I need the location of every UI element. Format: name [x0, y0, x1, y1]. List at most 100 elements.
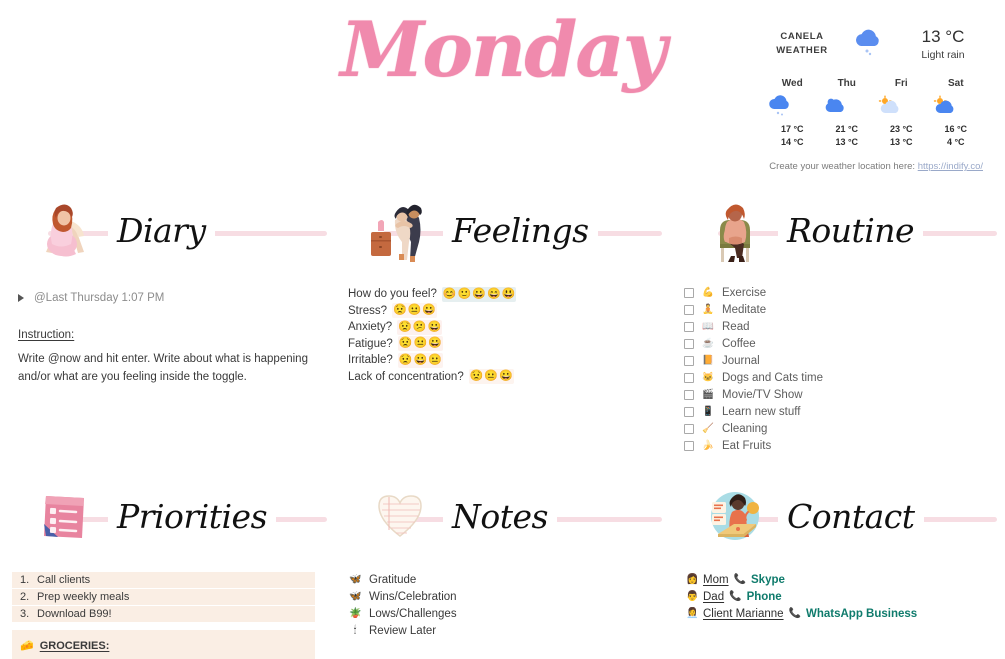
emoji-option[interactable]: 😄 — [487, 288, 501, 301]
note-label: Wins/Celebration — [369, 590, 457, 603]
contact-name[interactable]: Client Marianne — [703, 608, 784, 620]
emoji-option[interactable]: 😀 — [413, 354, 427, 367]
emoji-option[interactable]: 😟 — [399, 337, 413, 350]
checkbox[interactable] — [684, 423, 694, 434]
feeling-emoji-scale[interactable]: 😟 😕 😀 — [397, 319, 443, 335]
emoji-option[interactable]: 😀 — [422, 304, 436, 317]
contact-app[interactable]: Skype — [751, 574, 785, 586]
diary-title: Diary — [108, 212, 215, 250]
routine-checklist: 💪 Exercise 🧘 Meditate 📖 Read ☕ Coffee 📙 Journ… — [684, 284, 995, 454]
contact-app[interactable]: Phone — [747, 591, 782, 603]
phone-icon: 📞 — [788, 608, 801, 619]
contact-app[interactable]: WhatsApp Business — [806, 608, 917, 620]
checkbox[interactable] — [684, 304, 694, 315]
checkbox[interactable] — [684, 321, 694, 332]
checkbox[interactable] — [684, 355, 694, 366]
contact-name[interactable]: Dad — [703, 591, 724, 603]
checklist-item[interactable]: 🐱 Dogs and Cats time — [684, 369, 995, 386]
feeling-emoji-scale[interactable]: 😟 😐 😀 — [397, 336, 443, 352]
checkbox[interactable] — [684, 406, 694, 417]
emoji-option[interactable]: 😐 — [484, 370, 498, 383]
diary-header: Diary — [8, 196, 327, 266]
priority-item[interactable]: 2. Prep weekly meals — [12, 589, 315, 605]
contact-item[interactable]: 👨 Dad 📞 Phone — [686, 588, 995, 605]
notes-title: Notes — [443, 498, 557, 536]
emoji-option[interactable]: 😟 — [399, 354, 413, 367]
checklist-item[interactable]: 🧘 Meditate — [684, 301, 995, 318]
note-item[interactable]: 🪴 Lows/Challenges — [349, 605, 660, 622]
priority-number: 2. — [20, 591, 30, 603]
checklist-item[interactable]: 📖 Read — [684, 318, 995, 335]
checklist-item[interactable]: 🎬 Movie/TV Show — [684, 386, 995, 403]
emoji-option[interactable]: 😟 — [393, 304, 407, 317]
checkbox[interactable] — [684, 389, 694, 400]
note-label: Gratitude — [369, 573, 417, 586]
contact-list: 👩 Mom 📞 Skype 👨 Dad 📞 Phone 👩‍💼 Client M… — [686, 571, 995, 622]
emoji-option[interactable]: 😃 — [502, 288, 516, 301]
feeling-emoji-scale[interactable]: 😟 😐 😀 — [468, 369, 514, 385]
priority-label: Prep weekly meals — [37, 591, 130, 603]
priority-item[interactable]: 1. Call clients — [12, 572, 315, 588]
contact-item[interactable]: 👩 Mom 📞 Skype — [686, 571, 995, 588]
feeling-label: Stress? — [348, 304, 387, 317]
feelings-body: How do you feel? 😊 🙂 😀 😄 😃 Stress? 😟 😐 😀… — [343, 286, 662, 385]
checklist-item[interactable]: 🧹 Cleaning — [684, 420, 995, 437]
checkbox[interactable] — [684, 440, 694, 451]
checklist-item[interactable]: 📙 Journal — [684, 352, 995, 369]
checklist-item[interactable]: 💪 Exercise — [684, 284, 995, 301]
groceries-callout: 🧀 GROCERIES: - Bread — [12, 630, 315, 659]
sun-cloud-light-icon — [874, 95, 929, 119]
phone-icon: 📞 — [733, 574, 747, 585]
item-emoji-icon: 🧘 — [702, 304, 714, 315]
chevron-right-icon[interactable] — [18, 294, 24, 302]
item-emoji-icon: 📱 — [702, 406, 714, 417]
emoji-option[interactable]: 😟 — [398, 321, 412, 334]
diary-toggle[interactable]: @Last Thursday 1:07 PM — [18, 292, 325, 304]
feeling-row: Stress? 😟 😐 😀 — [348, 303, 660, 320]
rain-cloud-icon — [765, 95, 820, 119]
priorities-list: 1. Call clients 2. Prep weekly meals 3. … — [12, 572, 315, 659]
checkbox[interactable] — [684, 287, 694, 298]
emoji-option[interactable]: 😐 — [408, 304, 422, 317]
forecast-temps: 17 °C 14 °C — [765, 123, 820, 149]
checkbox[interactable] — [684, 338, 694, 349]
feeling-emoji-scale[interactable]: 😟 😐 😀 — [392, 303, 438, 319]
emoji-option[interactable]: 😐 — [413, 337, 427, 350]
forecast-temps: 23 °C 13 °C — [874, 123, 929, 149]
checklist-item[interactable]: 📱 Learn new stuff — [684, 403, 995, 420]
checklist-item[interactable]: 🍌 Eat Fruits — [684, 437, 995, 454]
emoji-option[interactable]: 😐 — [428, 354, 442, 367]
emoji-option[interactable]: 😀 — [428, 321, 442, 334]
feeling-label: Anxiety? — [348, 321, 393, 334]
note-item[interactable]: 🕯 Review Later — [349, 622, 660, 639]
forecast-low: 13 °C — [835, 137, 859, 148]
priorities-body: 1. Call clients 2. Prep weekly meals 3. … — [8, 572, 327, 659]
feeling-label: Irritable? — [348, 354, 393, 367]
weather-credit-text: Create your weather location here: — [769, 161, 916, 172]
emoji-option[interactable]: 🙂 — [458, 288, 472, 301]
emoji-option[interactable]: 😕 — [413, 321, 427, 334]
note-item[interactable]: 🦋 Wins/Celebration — [349, 588, 660, 605]
emoji-option[interactable]: 😀 — [499, 370, 513, 383]
emoji-option[interactable]: 😀 — [472, 288, 486, 301]
note-item[interactable]: 🦋 Gratitude — [349, 571, 660, 588]
diary-toggle-label: @Last Thursday 1:07 PM — [34, 292, 165, 304]
forecast-high: 23 °C — [889, 124, 913, 134]
indify-link[interactable]: https://indify.co/ — [918, 161, 983, 172]
weather-condition: Light rain — [921, 48, 965, 61]
emoji-option[interactable]: 😀 — [428, 337, 442, 350]
emoji-option[interactable]: 😟 — [470, 370, 484, 383]
weather-current: CANELA WEATHER 13 °C Light rain — [765, 22, 983, 66]
woman-in-chair-illustration — [698, 198, 772, 264]
feeling-emoji-scale[interactable]: 😊 🙂 😀 😄 😃 — [441, 286, 517, 302]
contact-item[interactable]: 👩‍💼 Client Marianne 📞 WhatsApp Business — [686, 605, 995, 622]
emoji-option[interactable]: 😊 — [443, 288, 457, 301]
checklist-item[interactable]: ☕ Coffee — [684, 335, 995, 352]
priority-number: 3. — [20, 608, 30, 620]
couple-embracing-illustration — [363, 198, 437, 264]
checkbox[interactable] — [684, 372, 694, 383]
contact-name[interactable]: Mom — [703, 574, 729, 586]
feeling-emoji-scale[interactable]: 😟 😀 😐 — [397, 352, 443, 368]
note-label: Lows/Challenges — [369, 607, 457, 620]
priority-item[interactable]: 3. Download B99! — [12, 606, 315, 622]
